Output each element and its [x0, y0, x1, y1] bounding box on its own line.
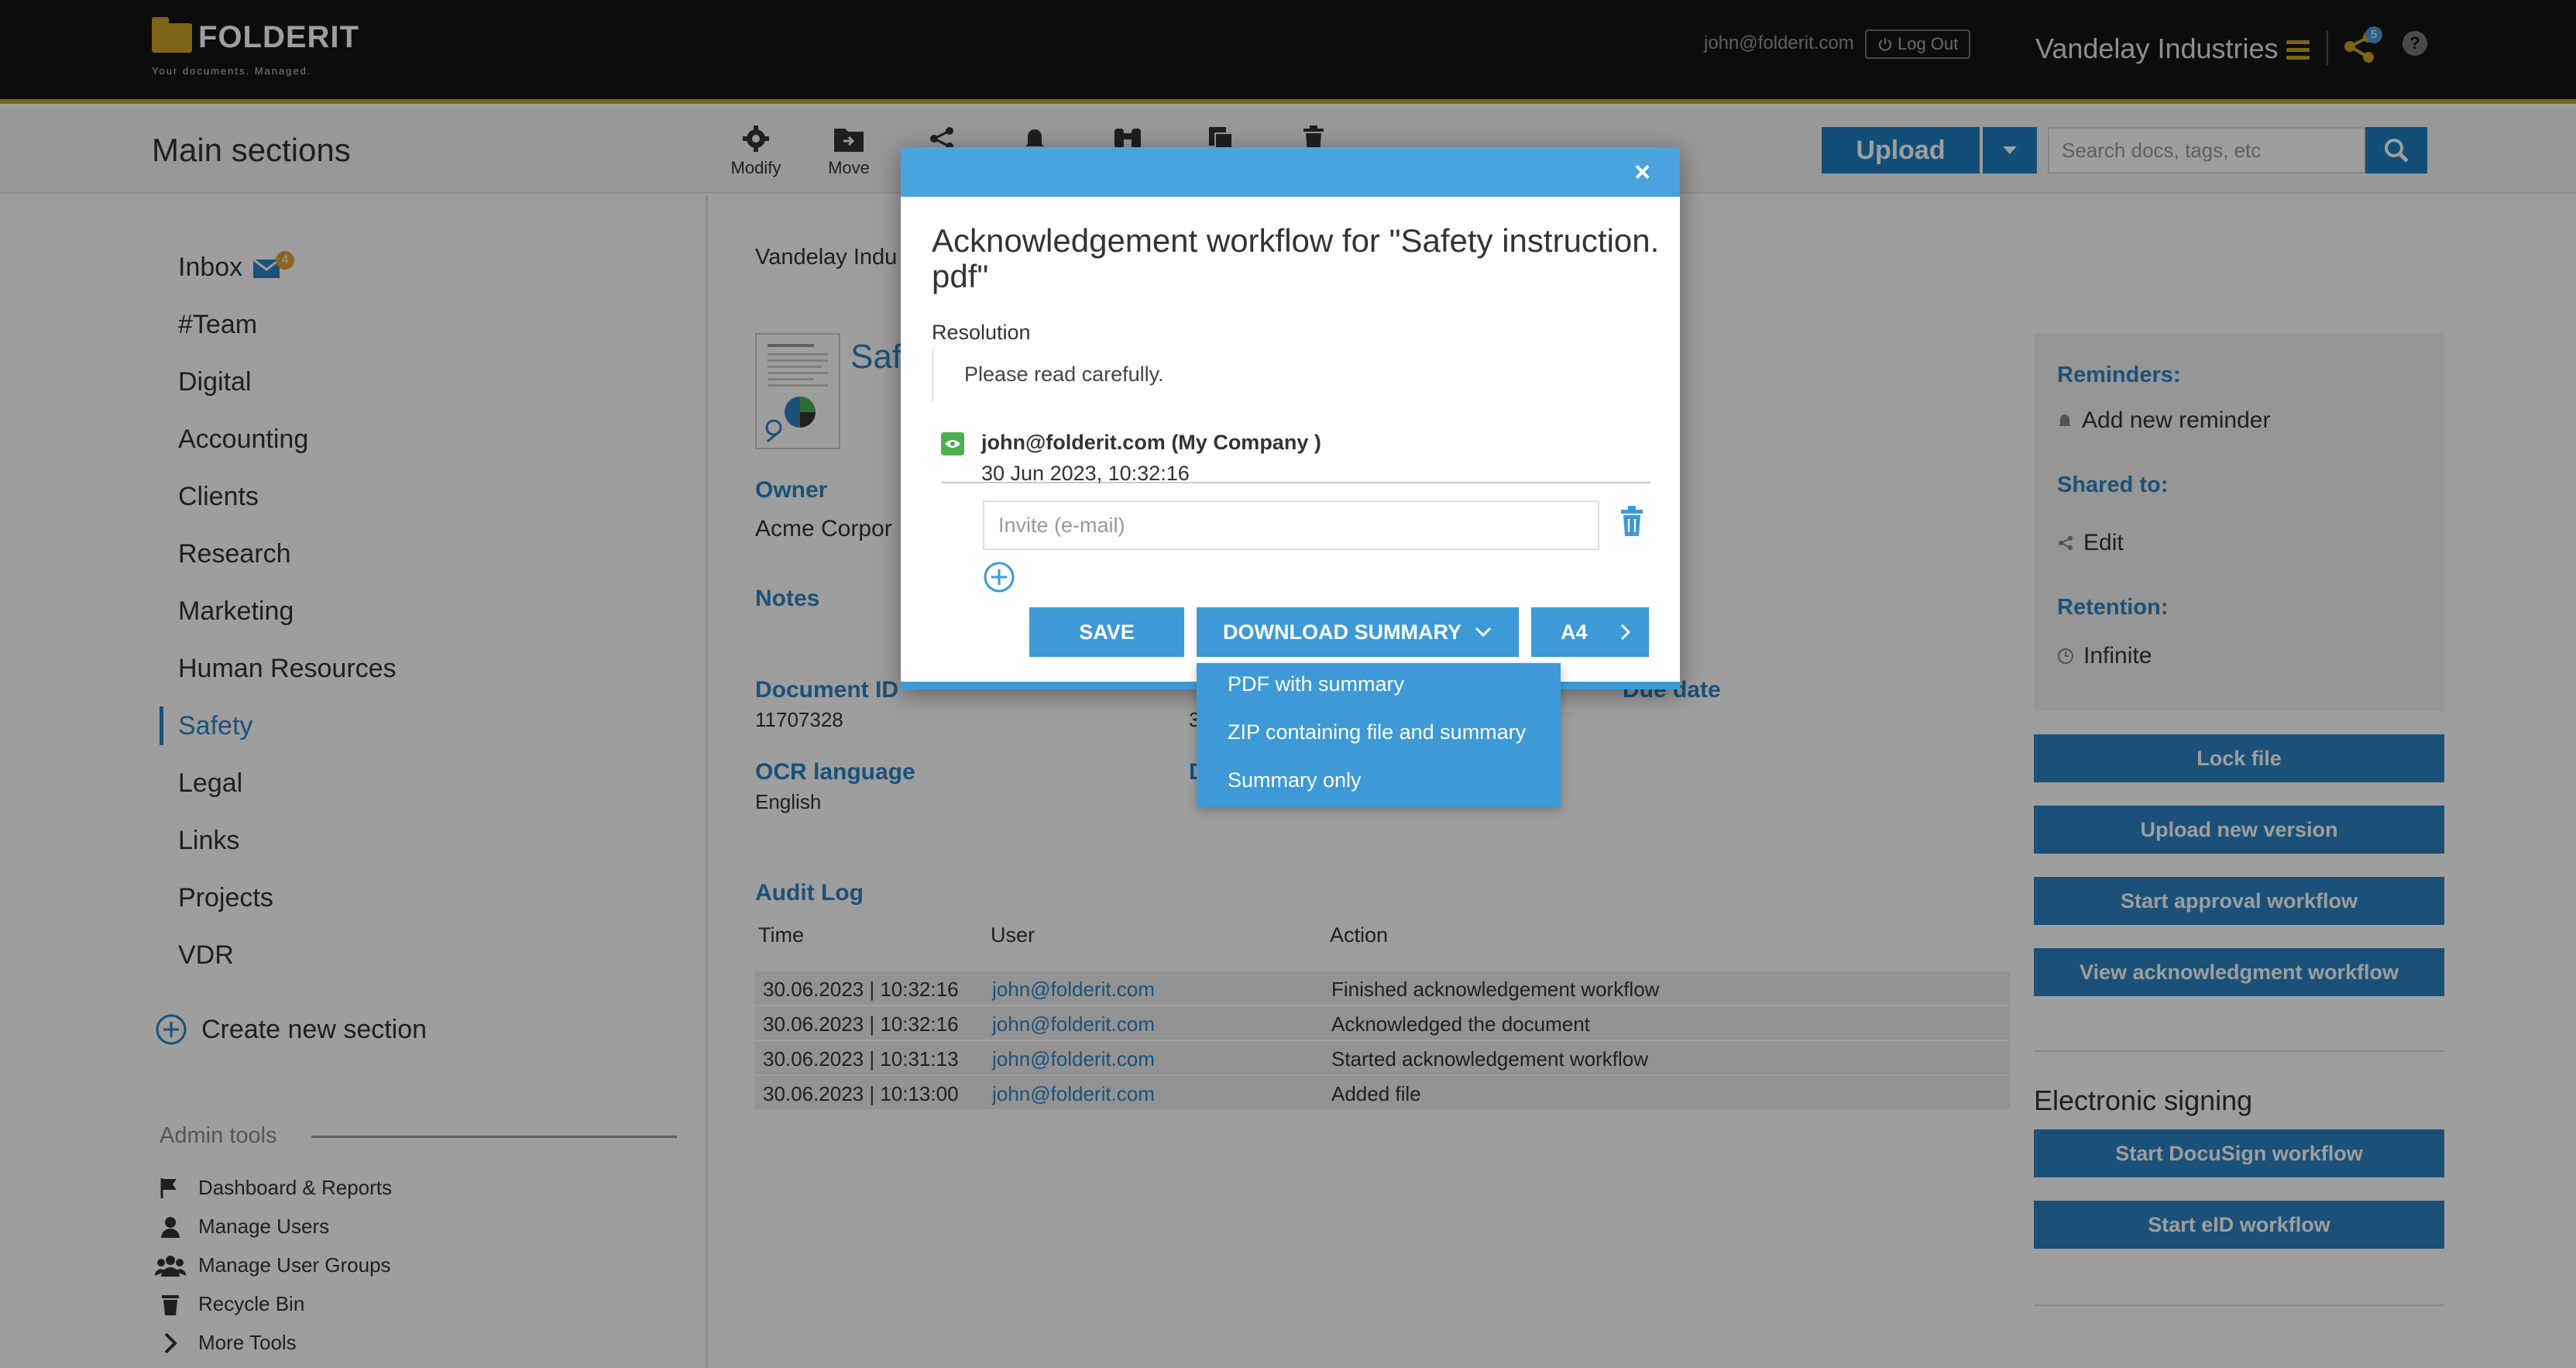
- menu-item-zip-file-and-summary[interactable]: ZIP containing file and summary: [1228, 720, 1526, 744]
- dialog-header: ×: [901, 147, 1680, 197]
- participant-row: john@folderit.com (My Company ) 30 Jun 2…: [941, 428, 1650, 485]
- dialog-title: Acknowledgement workflow for "Safety ins…: [932, 222, 1660, 294]
- participant-name: john@folderit.com (My Company ): [981, 431, 1321, 454]
- paper-size-label: A4: [1561, 620, 1588, 644]
- chevron-down-icon: [1475, 627, 1492, 638]
- paper-size-button[interactable]: A4: [1531, 607, 1649, 657]
- chevron-right-icon: [1620, 624, 1631, 641]
- download-options-menu: PDF with summary ZIP containing file and…: [1197, 663, 1561, 807]
- save-button[interactable]: SAVE: [1029, 607, 1184, 657]
- acknowledgement-workflow-dialog: × Acknowledgement workflow for "Safety i…: [901, 147, 1680, 689]
- trash-icon[interactable]: [1618, 505, 1646, 541]
- download-summary-label: DOWNLOAD SUMMARY: [1223, 620, 1461, 644]
- add-invitee-icon[interactable]: [983, 561, 1015, 597]
- participant-time: 30 Jun 2023, 10:32:16: [981, 462, 1190, 485]
- download-summary-button[interactable]: DOWNLOAD SUMMARY: [1197, 607, 1519, 657]
- menu-item-pdf-with-summary[interactable]: PDF with summary: [1228, 672, 1404, 696]
- resolution-label: Resolution: [932, 321, 1031, 344]
- resolution-text: Please read carefully.: [964, 363, 1164, 386]
- close-icon[interactable]: ×: [1634, 158, 1650, 186]
- menu-item-summary-only[interactable]: Summary only: [1228, 768, 1362, 792]
- eye-icon: [941, 432, 964, 455]
- invite-email-input[interactable]: [983, 500, 1599, 550]
- resolution-box: Please read carefully.: [932, 349, 1652, 401]
